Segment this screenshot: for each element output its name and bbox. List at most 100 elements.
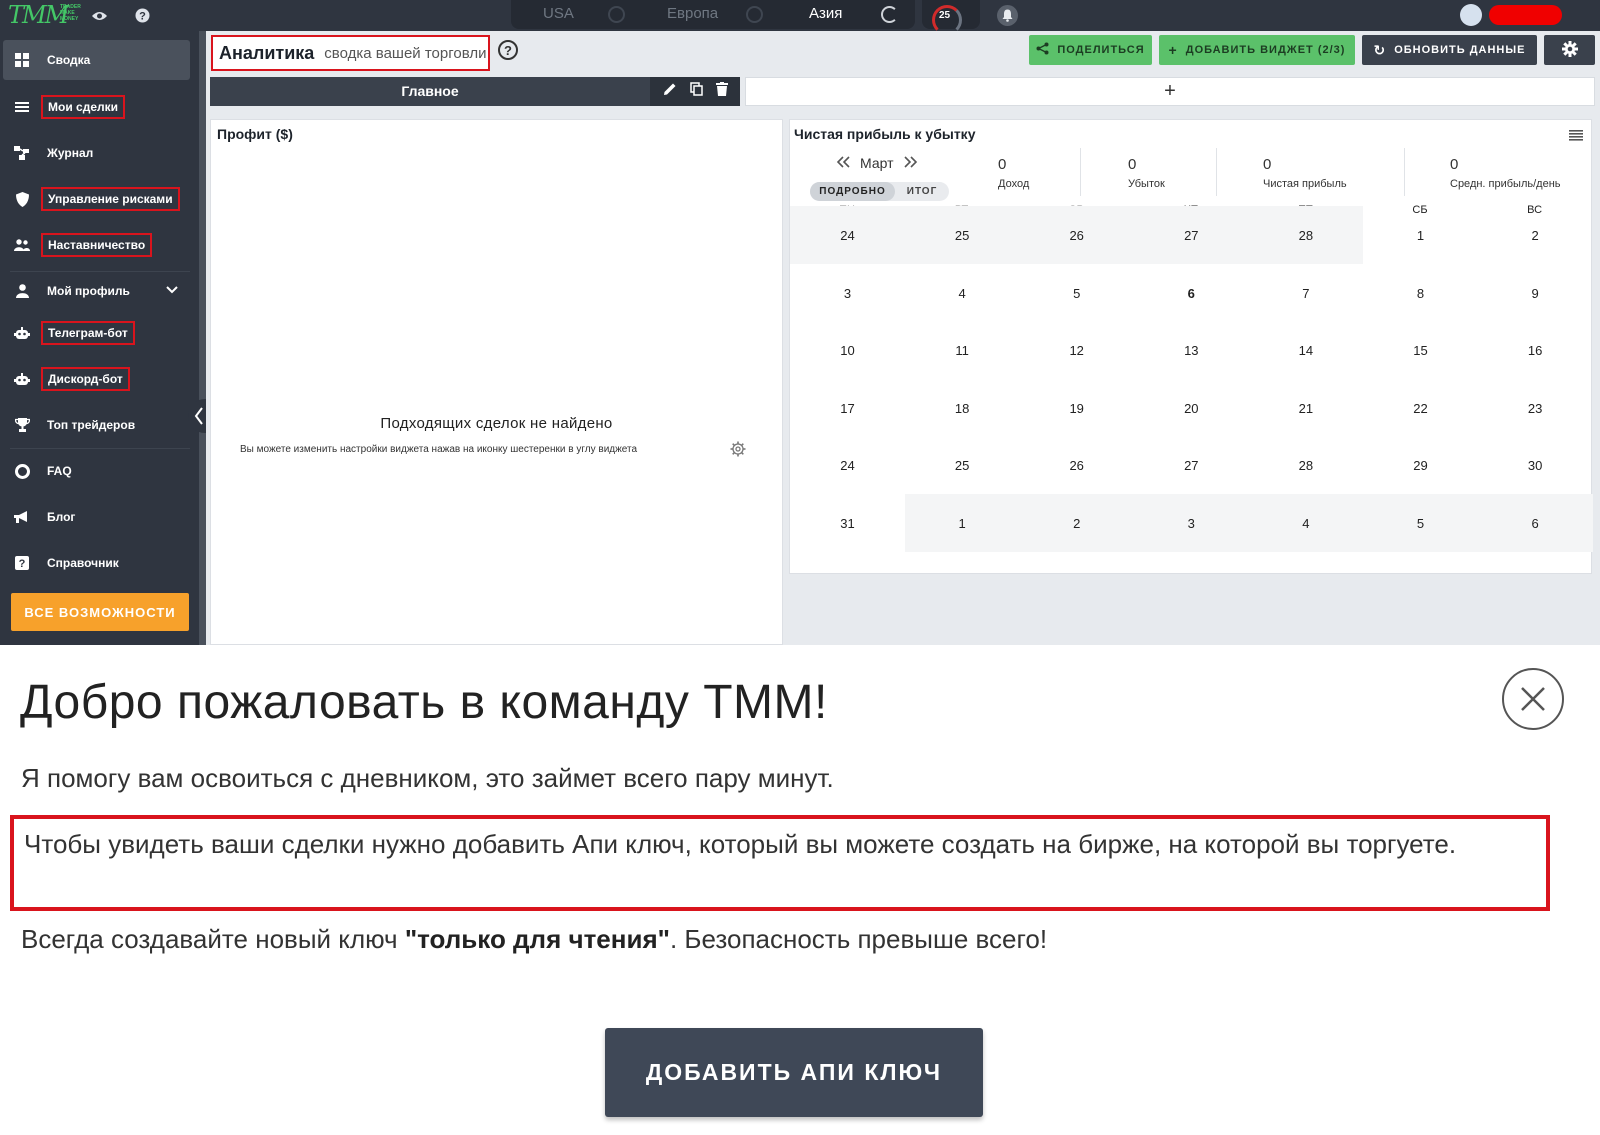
calendar-day[interactable]: 6 [1134, 264, 1249, 322]
trash-icon[interactable] [715, 82, 728, 101]
calendar-day[interactable]: 21 [1248, 379, 1363, 437]
calendar-day[interactable]: 2 [1478, 206, 1593, 264]
calendar-day[interactable]: 4 [1248, 493, 1364, 552]
calendar-day[interactable]: 25 [905, 436, 1020, 494]
sidebar-item-mentoring[interactable]: Наставничество [3, 225, 190, 265]
calendar-day[interactable]: 3 [790, 264, 905, 322]
empty-state-title: Подходящих сделок не найдено [380, 415, 613, 432]
calendar-day[interactable]: 7 [1248, 264, 1363, 322]
sidebar-item-faq[interactable]: FAQ [3, 451, 190, 491]
calendar-day[interactable]: 10 [790, 321, 905, 379]
menu-icon[interactable] [1569, 128, 1583, 146]
calendar-day[interactable]: 12 [1019, 321, 1134, 379]
api-key-instruction-text: Чтобы увидеть ваши сделки нужно добавить… [24, 829, 1457, 859]
calendar-day[interactable]: 1 [904, 493, 1020, 552]
sidebar-item-summary[interactable]: Сводка [3, 40, 190, 80]
refresh-button[interactable]: ↻ ОБНОВИТЬ ДАННЫЕ [1362, 35, 1537, 65]
calendar-day[interactable]: 2 [1019, 493, 1135, 552]
add-api-key-button[interactable]: ДОБАВИТЬ АПИ КЛЮЧ [605, 1028, 983, 1117]
sidebar-item-journal[interactable]: Журнал [3, 133, 190, 173]
copy-icon[interactable] [689, 82, 703, 101]
pencil-icon[interactable] [663, 82, 677, 101]
calendar-day[interactable]: 9 [1478, 264, 1593, 322]
calendar-day[interactable]: 17 [790, 379, 905, 437]
calendar-day[interactable]: 28 [1248, 436, 1363, 494]
calendar-day[interactable]: 6 [1477, 493, 1593, 552]
calendar-day[interactable]: 15 [1363, 321, 1478, 379]
calendar-day[interactable]: 24 [790, 436, 905, 494]
calendar-day[interactable]: 8 [1363, 264, 1478, 322]
calendar-day[interactable]: 5 [1019, 264, 1134, 322]
sidebar-item-my-profile[interactable]: Мой профиль [3, 271, 190, 311]
calendar-day[interactable]: 16 [1478, 321, 1593, 379]
gauge-value: 25 [939, 10, 951, 21]
close-button[interactable] [1502, 668, 1564, 730]
sidebar-item-blog[interactable]: Блог [3, 497, 190, 537]
chevron-down-icon[interactable] [166, 283, 178, 297]
sidebar-item-risk-management[interactable]: Управление рисками [3, 179, 190, 219]
fear-greed-gauge[interactable]: 25 [922, 0, 980, 35]
stat-value: 0 [1128, 156, 1137, 173]
calendar-day[interactable]: 31 [790, 494, 905, 552]
redacted-username[interactable] [1489, 5, 1562, 25]
avatar[interactable] [1460, 4, 1482, 26]
calendar-day[interactable]: 3 [1133, 493, 1249, 552]
calendar-day[interactable]: 1 [1363, 206, 1478, 264]
calendar-day[interactable]: 14 [1248, 321, 1363, 379]
calendar-day[interactable]: 27 [1133, 206, 1249, 264]
share-button[interactable]: ПОДЕЛИТЬСЯ [1029, 35, 1152, 65]
calendar-day[interactable]: 13 [1134, 321, 1249, 379]
help-icon[interactable]: ? [498, 40, 518, 60]
settings-button[interactable] [1544, 35, 1595, 65]
calendar-day[interactable]: 4 [905, 264, 1020, 322]
toggle-detailed[interactable]: ПОДРОБНО [810, 182, 895, 201]
stat-net-profit: 0 Чистая прибыль [1263, 156, 1347, 190]
calendar-day[interactable]: 30 [1478, 436, 1593, 494]
market-europe[interactable]: Европа [667, 5, 718, 22]
calendar-day[interactable]: 25 [904, 206, 1020, 264]
sidebar-item-label: Топ трейдеров [47, 418, 136, 432]
calendar-day[interactable]: 23 [1478, 379, 1593, 437]
toggle-total[interactable]: ИТОГ [895, 182, 949, 201]
lifebuoy-icon [13, 462, 31, 480]
add-widget-button[interactable]: + ДОБАВИТЬ ВИДЖЕТ (2/3) [1159, 35, 1355, 65]
calendar-day[interactable]: 26 [1019, 206, 1135, 264]
calendar-day[interactable]: 29 [1363, 436, 1478, 494]
sidebar-item-my-trades[interactable]: Мои сделки [3, 87, 190, 127]
market-asia[interactable]: Азия [809, 5, 842, 22]
calendar-day[interactable]: 20 [1134, 379, 1249, 437]
share-label: ПОДЕЛИТЬСЯ [1057, 44, 1145, 56]
sidebar-item-top-traders[interactable]: Топ трейдеров [3, 405, 190, 445]
calendar-day[interactable]: 22 [1363, 379, 1478, 437]
calendar-day[interactable]: 18 [905, 379, 1020, 437]
security-note-start: Всегда создавайте новый ключ [21, 924, 405, 954]
tab-main[interactable]: Главное [210, 77, 740, 106]
sidebar-item-label: Журнал [47, 146, 94, 160]
bell-icon[interactable] [997, 5, 1018, 26]
eye-icon[interactable] [91, 7, 108, 24]
market-usa[interactable]: USA [543, 5, 574, 22]
empty-state-hint: Вы можете изменить настройки виджета наж… [240, 444, 638, 455]
sidebar-divider [10, 448, 190, 449]
calendar-day[interactable]: 5 [1363, 493, 1478, 552]
sidebar-scrollbar[interactable] [199, 31, 206, 645]
calendar-day[interactable]: 11 [905, 321, 1020, 379]
calendar-day[interactable]: 26 [1019, 436, 1134, 494]
sidebar-item-discord-bot[interactable]: Дискорд-бот [3, 359, 190, 399]
help-circle-icon[interactable]: ? [134, 7, 151, 24]
prev-month-icon[interactable] [836, 155, 850, 171]
svg-text:?: ? [19, 558, 26, 570]
calendar-day[interactable]: 27 [1134, 436, 1249, 494]
calendar-day[interactable]: 28 [1248, 206, 1364, 264]
all-features-button[interactable]: ВСЕ ВОЗМОЖНОСТИ [11, 593, 189, 631]
calendar-day[interactable]: 19 [1019, 379, 1134, 437]
top-bar: TMM TRADER MAKE MONEY ? USA Европа Азия … [0, 0, 1600, 35]
sidebar-item-telegram-bot[interactable]: Телеграм-бот [3, 313, 190, 353]
calendar-day[interactable]: 24 [790, 206, 905, 264]
add-tab-button[interactable]: + [745, 77, 1595, 106]
next-month-icon[interactable] [903, 155, 918, 171]
sidebar-item-reference[interactable]: ? Справочник [3, 543, 190, 583]
logo[interactable]: TMM [8, 2, 69, 29]
security-note-bold: "только для чтения" [404, 924, 670, 954]
gear-icon[interactable] [730, 441, 746, 462]
